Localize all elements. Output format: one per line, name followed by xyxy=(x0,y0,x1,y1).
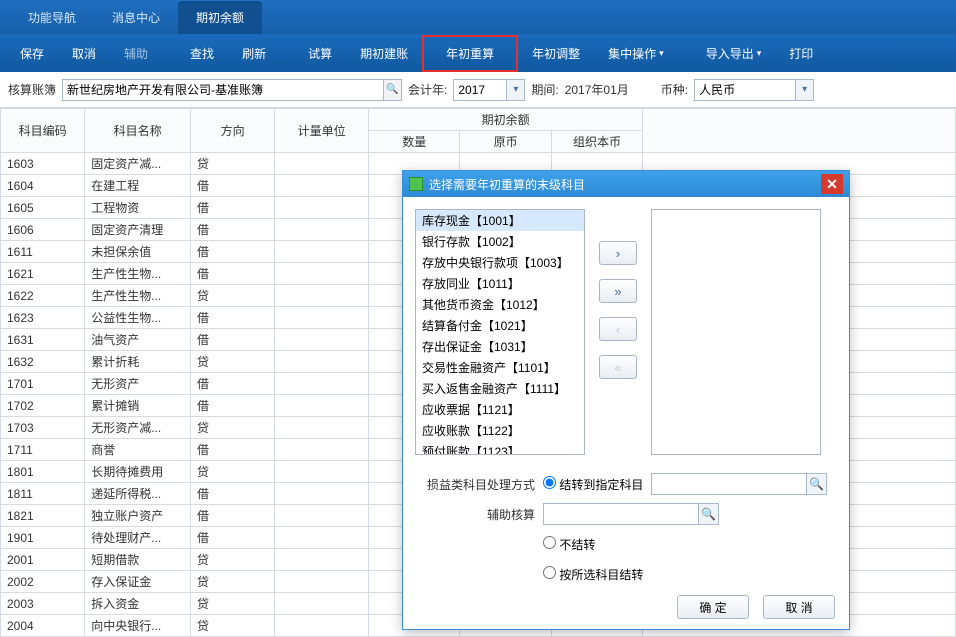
dialog-titlebar[interactable]: 选择需要年初重算的末级科目 ✕ xyxy=(403,171,849,197)
close-icon[interactable]: ✕ xyxy=(821,174,843,194)
list-item[interactable]: 银行存款【1002】 xyxy=(416,231,584,252)
transfer-target-input[interactable] xyxy=(651,473,807,495)
move-right-button[interactable]: › xyxy=(599,241,637,265)
move-all-left-button[interactable]: « xyxy=(599,355,637,379)
aux-input[interactable] xyxy=(543,503,699,525)
ok-button[interactable]: 确 定 xyxy=(677,595,749,619)
opt-transfer[interactable]: 结转到指定科目 xyxy=(543,476,643,493)
list-item[interactable]: 应收账款【1122】 xyxy=(416,420,584,441)
search-icon[interactable]: 🔍 xyxy=(699,503,719,525)
list-item[interactable]: 存放同业【1011】 xyxy=(416,273,584,294)
selected-list[interactable] xyxy=(651,209,821,455)
list-item[interactable]: 预付账款【1123】 xyxy=(416,441,584,455)
dialog-title: 选择需要年初重算的末级科目 xyxy=(429,176,585,193)
dialog-cancel-button[interactable]: 取 消 xyxy=(763,595,835,619)
list-item[interactable]: 结算备付金【1021】 xyxy=(416,315,584,336)
aux-field[interactable]: 🔍 xyxy=(543,503,719,525)
list-item[interactable]: 存放中央银行款项【1003】 xyxy=(416,252,584,273)
shuttle: 库存现金【1001】银行存款【1002】存放中央银行款项【1003】存放同业【1… xyxy=(415,209,837,455)
pl-handling-label: 损益类科目处理方式 xyxy=(415,476,535,493)
transfer-target-field[interactable]: 🔍 xyxy=(651,473,827,495)
move-left-button[interactable]: ‹ xyxy=(599,317,637,341)
search-icon[interactable]: 🔍 xyxy=(807,473,827,495)
available-list[interactable]: 库存现金【1001】银行存款【1002】存放中央银行款项【1003】存放同业【1… xyxy=(415,209,585,455)
move-all-right-button[interactable]: » xyxy=(599,279,637,303)
list-item[interactable]: 应收票据【1121】 xyxy=(416,399,584,420)
opt-none[interactable]: 不结转 xyxy=(543,536,595,553)
list-item[interactable]: 存出保证金【1031】 xyxy=(416,336,584,357)
opt-bysel[interactable]: 按所选科目结转 xyxy=(543,566,643,583)
recalc-dialog: 选择需要年初重算的末级科目 ✕ 库存现金【1001】银行存款【1002】存放中央… xyxy=(402,170,850,630)
list-item[interactable]: 交易性金融资产【1101】 xyxy=(416,357,584,378)
list-item[interactable]: 库存现金【1001】 xyxy=(416,210,584,231)
aux-label: 辅助核算 xyxy=(415,506,535,523)
app-icon xyxy=(409,177,423,191)
list-item[interactable]: 其他货币资金【1012】 xyxy=(416,294,584,315)
list-item[interactable]: 买入返售金融资产【1111】 xyxy=(416,378,584,399)
